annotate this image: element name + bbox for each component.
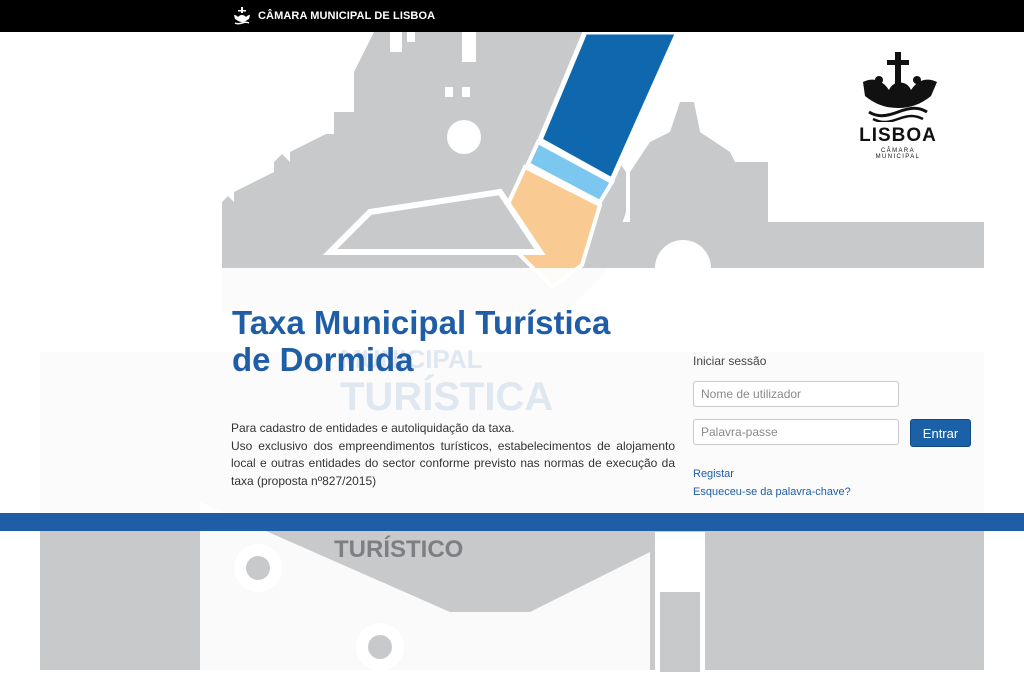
title-line-2: de Dormida [232, 341, 414, 378]
forgot-password-link[interactable]: Esqueceu-se da palavra-chave? [693, 486, 851, 498]
header-brand[interactable]: CÂMARA MUNICIPAL DE LISBOA [232, 0, 435, 32]
description-line-1: Para cadastro de entidades e autoliquida… [231, 421, 515, 435]
header-brand-label: CÂMARA MUNICIPAL DE LISBOA [258, 10, 436, 22]
lisbon-crest-icon [234, 7, 250, 25]
password-input[interactable] [693, 419, 899, 445]
logo-word: LISBOA [859, 125, 937, 146]
lisboa-logo[interactable]: LISBOA CÂMARA MUNICIPAL [858, 50, 938, 160]
login-heading: Iniciar sessão [693, 354, 767, 368]
background-text-line-2: TURÍSTICA [340, 374, 553, 419]
accent-bar [0, 513, 1024, 531]
description: Para cadastro de entidades e autoliquida… [231, 420, 675, 490]
username-input[interactable] [693, 381, 899, 407]
lisbon-ship-emblem-icon [863, 52, 937, 124]
top-bar: CÂMARA MUNICIPAL DE LISBOA [0, 0, 1024, 32]
title-line-1: Taxa Municipal Turística [232, 304, 611, 341]
background-text-line-3: TURÍSTICO [334, 535, 463, 563]
description-line-2: Uso exclusivo dos empreendimentos turíst… [231, 438, 675, 488]
page-title: Taxa Municipal Turística de Dormida [232, 304, 672, 378]
login-button[interactable]: Entrar [910, 419, 971, 447]
logo-subtitle: CÂMARA MUNICIPAL [875, 148, 921, 160]
register-link[interactable]: Registar [693, 468, 734, 480]
